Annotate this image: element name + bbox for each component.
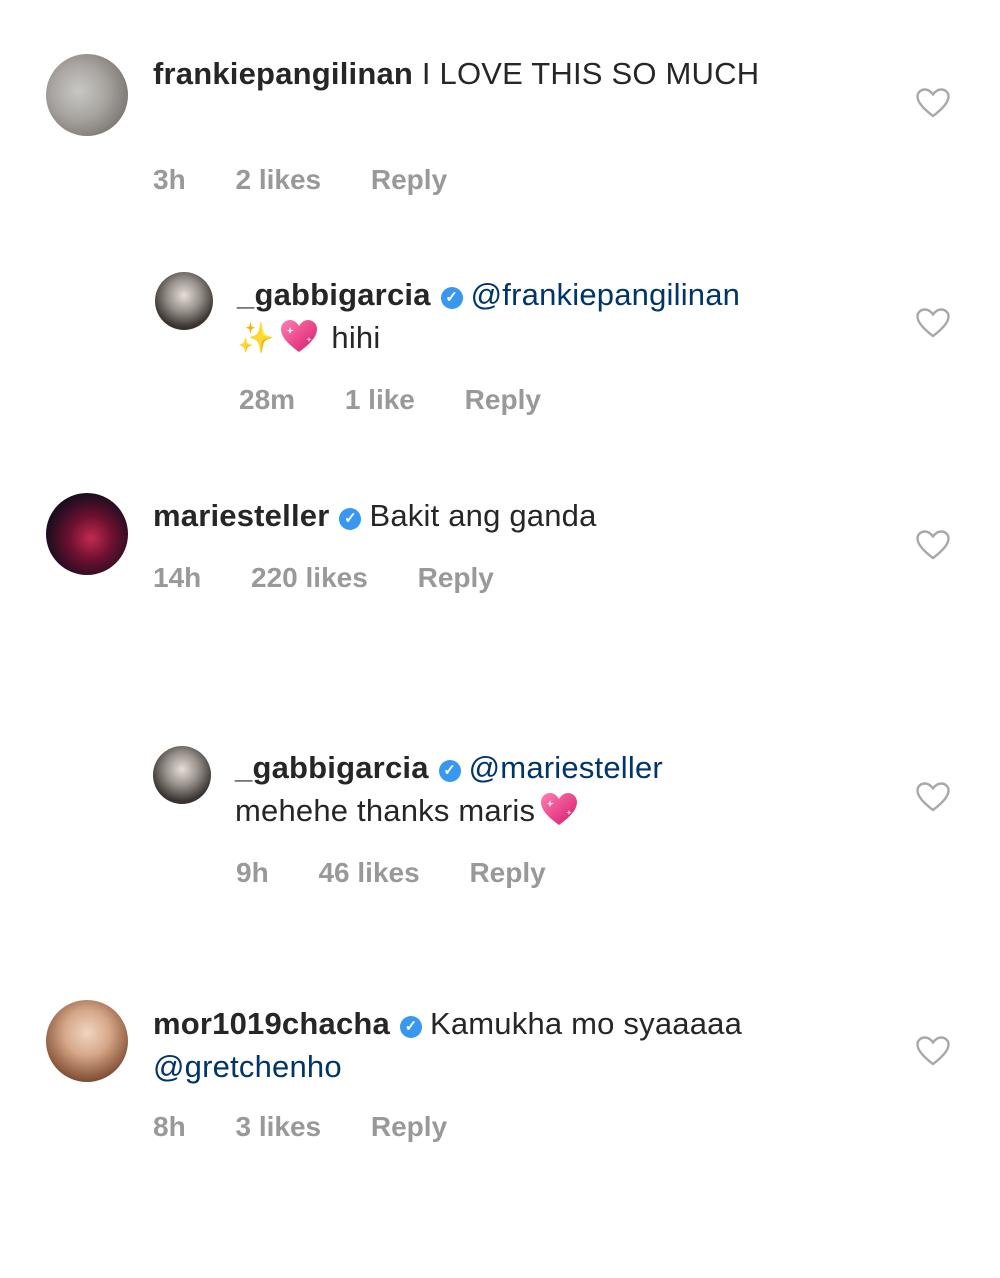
like-heart-icon[interactable]: [916, 308, 950, 338]
comment-meta: 9h 46 likes Reply: [236, 857, 588, 889]
like-count[interactable]: 1 like: [345, 384, 415, 415]
verified-badge-icon: ✓: [440, 287, 463, 309]
like-heart-icon[interactable]: [916, 782, 950, 812]
comment-text: I LOVE THIS SO MUCH: [421, 56, 760, 91]
comment-meta: 28m 1 like Reply: [239, 384, 583, 416]
comment-body: _gabbigarcia ✓ @mariesteller mehehe thanks…: [235, 746, 875, 832]
sparkling-heart-icon: [279, 318, 319, 354]
like-heart-icon[interactable]: [916, 88, 950, 118]
verified-badge-icon: ✓: [339, 508, 362, 530]
comment-text: Kamukha mo syaaaaa: [429, 1006, 743, 1041]
comment-time: 3h: [153, 164, 186, 195]
like-count[interactable]: 3 likes: [235, 1111, 321, 1142]
sparkling-heart-icon: [539, 791, 579, 827]
comment-text: mehehe thanks maris: [235, 793, 536, 828]
comment-text: hihi: [331, 320, 381, 355]
comment-meta: 14h 220 likes Reply: [153, 562, 536, 594]
comment-body: mor1019chacha ✓ Kamukha mo syaaaaa @gretch…: [153, 1002, 873, 1088]
username[interactable]: _gabbigarcia: [235, 750, 429, 785]
comment-text: Bakit ang ganda: [369, 498, 597, 533]
mention-link[interactable]: @mariesteller: [469, 750, 663, 785]
like-count[interactable]: 2 likes: [235, 164, 321, 195]
avatar[interactable]: [155, 272, 213, 330]
like-heart-icon[interactable]: [916, 530, 950, 560]
comment-meta: 8h 3 likes Reply: [153, 1111, 489, 1143]
sparkles-icon: ✨: [237, 322, 275, 355]
mention-link[interactable]: @gretchenho: [153, 1049, 342, 1084]
reply-button[interactable]: Reply: [418, 562, 494, 593]
verified-badge-icon: ✓: [399, 1016, 422, 1038]
comment-time: 28m: [239, 384, 296, 415]
like-heart-icon[interactable]: [916, 1036, 950, 1066]
username[interactable]: mor1019chacha: [153, 1006, 390, 1041]
comment-time: 14h: [153, 562, 202, 593]
username[interactable]: mariesteller: [153, 498, 329, 533]
comment-body: frankiepangilinan I LOVE THIS SO MUCH: [153, 52, 853, 95]
reply-button[interactable]: Reply: [465, 384, 541, 415]
username[interactable]: _gabbigarcia: [237, 277, 431, 312]
verified-badge-icon: ✓: [438, 760, 461, 782]
reply-button[interactable]: Reply: [469, 857, 545, 888]
username[interactable]: frankiepangilinan: [153, 56, 413, 91]
reply-button[interactable]: Reply: [371, 164, 447, 195]
avatar[interactable]: [46, 493, 128, 575]
comment-time: 8h: [153, 1111, 186, 1142]
reply-button[interactable]: Reply: [371, 1111, 447, 1142]
avatar[interactable]: [153, 746, 211, 804]
avatar[interactable]: [46, 1000, 128, 1082]
comment-meta: 3h 2 likes Reply: [153, 164, 489, 196]
comment-time: 9h: [236, 857, 269, 888]
mention-link[interactable]: @frankiepangilinan: [471, 277, 740, 312]
comment-body: _gabbigarcia ✓ @frankiepangilinan ✨ hihi: [237, 273, 877, 360]
avatar[interactable]: [46, 54, 128, 136]
like-count[interactable]: 220 likes: [251, 562, 368, 593]
comment-body: mariesteller ✓ Bakit ang ganda: [153, 494, 853, 537]
like-count[interactable]: 46 likes: [318, 857, 419, 888]
